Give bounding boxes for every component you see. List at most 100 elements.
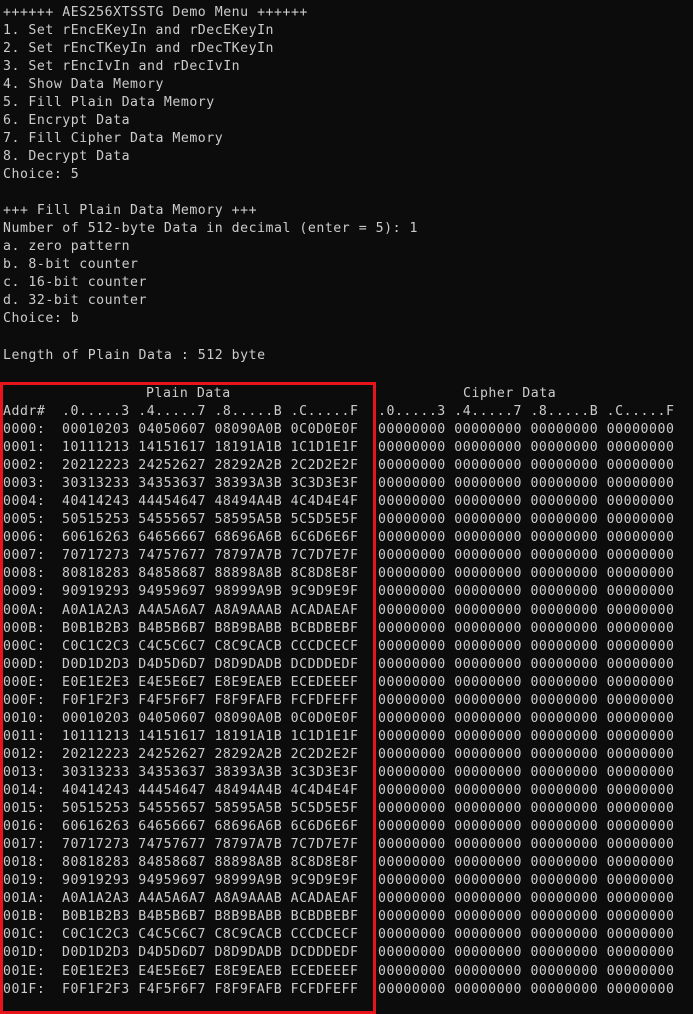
row-plain-data: E0E1E2E3 E4E5E6E7 E8E9EAEB ECEDEEEF	[62, 964, 359, 979]
row-address: 000C:	[3, 639, 46, 654]
row-cipher-data: 00000000 00000000 00000000 00000000	[378, 476, 675, 491]
row-address: 0019:	[3, 873, 46, 888]
fill-option: c. 16-bit counter	[3, 275, 147, 290]
row-address: 001A:	[3, 891, 46, 906]
row-cipher-data: 00000000 00000000 00000000 00000000	[378, 603, 675, 618]
menu-item: 3. Set rEncIvIn and rDecIvIn	[3, 59, 241, 74]
row-plain-data: 80818283 84858687 88898A8B 8C8D8E8F	[62, 855, 359, 870]
row-plain-data: 30313233 34353637 38393A3B 3C3D3E3F	[62, 476, 359, 491]
row-address: 0010:	[3, 711, 46, 726]
row-address: 0008:	[3, 566, 46, 581]
menu-item: 5. Fill Plain Data Memory	[3, 95, 215, 110]
menu-item: 4. Show Data Memory	[3, 77, 164, 92]
row-address: 0014:	[3, 783, 46, 798]
row-address: 001C:	[3, 927, 46, 942]
row-address: 000F:	[3, 693, 46, 708]
row-cipher-data: 00000000 00000000 00000000 00000000	[378, 440, 675, 455]
row-address: 0012:	[3, 747, 46, 762]
row-cipher-data: 00000000 00000000 00000000 00000000	[378, 512, 675, 527]
row-cipher-data: 00000000 00000000 00000000 00000000	[378, 855, 675, 870]
row-cipher-data: 00000000 00000000 00000000 00000000	[378, 837, 675, 852]
plain-cols-header: .0.....3 .4.....7 .8.....B .C.....F	[62, 404, 359, 419]
row-cipher-data: 00000000 00000000 00000000 00000000	[378, 639, 675, 654]
row-cipher-data: 00000000 00000000 00000000 00000000	[378, 801, 675, 816]
row-plain-data: F0F1F2F3 F4F5F6F7 F8F9FAFB FCFDFEFF	[62, 693, 359, 708]
menu-item: 2. Set rEncTKeyIn and rDecTKeyIn	[3, 41, 275, 56]
fill-title: +++ Fill Plain Data Memory +++	[3, 203, 258, 218]
menu-title: ++++++ AES256XTSSTG Demo Menu ++++++	[3, 5, 308, 20]
row-plain-data: D0D1D2D3 D4D5D6D7 D8D9DADB DCDDDEDF	[62, 945, 359, 960]
plain-data-title: Plain Data	[146, 386, 231, 401]
menu-item: 7. Fill Cipher Data Memory	[3, 131, 224, 146]
row-plain-data: 80818283 84858687 88898A8B 8C8D8E8F	[62, 566, 359, 581]
row-cipher-data: 00000000 00000000 00000000 00000000	[378, 945, 675, 960]
addr-header: Addr#	[3, 404, 46, 419]
row-address: 0002:	[3, 458, 46, 473]
row-plain-data: 60616263 64656667 68696A6B 6C6D6E6F	[62, 819, 359, 834]
row-plain-data: 70717273 74757677 78797A7B 7C7D7E7F	[62, 837, 359, 852]
row-cipher-data: 00000000 00000000 00000000 00000000	[378, 909, 675, 924]
row-plain-data: 10111213 14151617 18191A1B 1C1D1E1F	[62, 729, 359, 744]
row-plain-data: 90919293 94959697 98999A9B 9C9D9E9F	[62, 584, 359, 599]
length-line: Length of Plain Data : 512 byte	[3, 348, 266, 363]
fill-option: a. zero pattern	[3, 239, 131, 254]
row-address: 0015:	[3, 801, 46, 816]
row-address: 001F:	[3, 982, 46, 997]
row-plain-data: A0A1A2A3 A4A5A6A7 A8A9AAAB ACADAEAF	[62, 603, 359, 618]
row-address: 0011:	[3, 729, 46, 744]
console-window: ++++++ AES256XTSSTG Demo Menu ++++++ 1. …	[0, 0, 693, 1014]
row-plain-data: B0B1B2B3 B4B5B6B7 B8B9BABB BCBDBEBF	[62, 909, 359, 924]
row-address: 001D:	[3, 945, 46, 960]
row-plain-data: 30313233 34353637 38393A3B 3C3D3E3F	[62, 765, 359, 780]
row-cipher-data: 00000000 00000000 00000000 00000000	[378, 657, 675, 672]
row-cipher-data: 00000000 00000000 00000000 00000000	[378, 964, 675, 979]
row-cipher-data: 00000000 00000000 00000000 00000000	[378, 693, 675, 708]
row-address: 001B:	[3, 909, 46, 924]
menu-item: 1. Set rEncEKeyIn and rDecEKeyIn	[3, 23, 275, 38]
row-cipher-data: 00000000 00000000 00000000 00000000	[378, 819, 675, 834]
row-plain-data: C0C1C2C3 C4C5C6C7 C8C9CACB CCCDCECF	[62, 927, 359, 942]
row-plain-data: 40414243 44454647 48494A4B 4C4D4E4F	[62, 494, 359, 509]
row-cipher-data: 00000000 00000000 00000000 00000000	[378, 530, 675, 545]
row-address: 0018:	[3, 855, 46, 870]
row-address: 000D:	[3, 657, 46, 672]
row-plain-data: C0C1C2C3 C4C5C6C7 C8C9CACB CCCDCECF	[62, 639, 359, 654]
row-plain-data: 70717273 74757677 78797A7B 7C7D7E7F	[62, 548, 359, 563]
fill-option: b. 8-bit counter	[3, 257, 139, 272]
row-cipher-data: 00000000 00000000 00000000 00000000	[378, 873, 675, 888]
row-cipher-data: 00000000 00000000 00000000 00000000	[378, 729, 675, 744]
menu-item: 6. Encrypt Data	[3, 113, 131, 128]
row-plain-data: 60616263 64656667 68696A6B 6C6D6E6F	[62, 530, 359, 545]
row-plain-data: E0E1E2E3 E4E5E6E7 E8E9EAEB ECEDEEEF	[62, 675, 359, 690]
row-cipher-data: 00000000 00000000 00000000 00000000	[378, 675, 675, 690]
row-cipher-data: 00000000 00000000 00000000 00000000	[378, 584, 675, 599]
row-address: 0001:	[3, 440, 46, 455]
row-cipher-data: 00000000 00000000 00000000 00000000	[378, 621, 675, 636]
row-cipher-data: 00000000 00000000 00000000 00000000	[378, 566, 675, 581]
row-cipher-data: 00000000 00000000 00000000 00000000	[378, 494, 675, 509]
row-cipher-data: 00000000 00000000 00000000 00000000	[378, 783, 675, 798]
row-cipher-data: 00000000 00000000 00000000 00000000	[378, 548, 675, 563]
row-address: 0004:	[3, 494, 46, 509]
row-plain-data: 20212223 24252627 28292A2B 2C2D2E2F	[62, 458, 359, 473]
cipher-data-title: Cipher Data	[463, 386, 557, 401]
row-address: 0016:	[3, 819, 46, 834]
row-cipher-data: 00000000 00000000 00000000 00000000	[378, 422, 675, 437]
cipher-cols-header: .0.....3 .4.....7 .8.....B .C.....F	[378, 404, 675, 419]
row-plain-data: 00010203 04050607 08090A0B 0C0D0E0F	[62, 711, 359, 726]
row-plain-data: 40414243 44454647 48494A4B 4C4D4E4F	[62, 783, 359, 798]
row-address: 0009:	[3, 584, 46, 599]
row-plain-data: 50515253 54555657 58595A5B 5C5D5E5F	[62, 512, 359, 527]
row-address: 000E:	[3, 675, 46, 690]
row-cipher-data: 00000000 00000000 00000000 00000000	[378, 765, 675, 780]
row-address: 000B:	[3, 621, 46, 636]
row-address: 0005:	[3, 512, 46, 527]
row-cipher-data: 00000000 00000000 00000000 00000000	[378, 711, 675, 726]
row-address: 0003:	[3, 476, 46, 491]
row-plain-data: 10111213 14151617 18191A1B 1C1D1E1F	[62, 440, 359, 455]
row-plain-data: F0F1F2F3 F4F5F6F7 F8F9FAFB FCFDFEFF	[62, 982, 359, 997]
row-cipher-data: 00000000 00000000 00000000 00000000	[378, 458, 675, 473]
row-cipher-data: 00000000 00000000 00000000 00000000	[378, 747, 675, 762]
fill-option: d. 32-bit counter	[3, 293, 147, 308]
row-plain-data: A0A1A2A3 A4A5A6A7 A8A9AAAB ACADAEAF	[62, 891, 359, 906]
